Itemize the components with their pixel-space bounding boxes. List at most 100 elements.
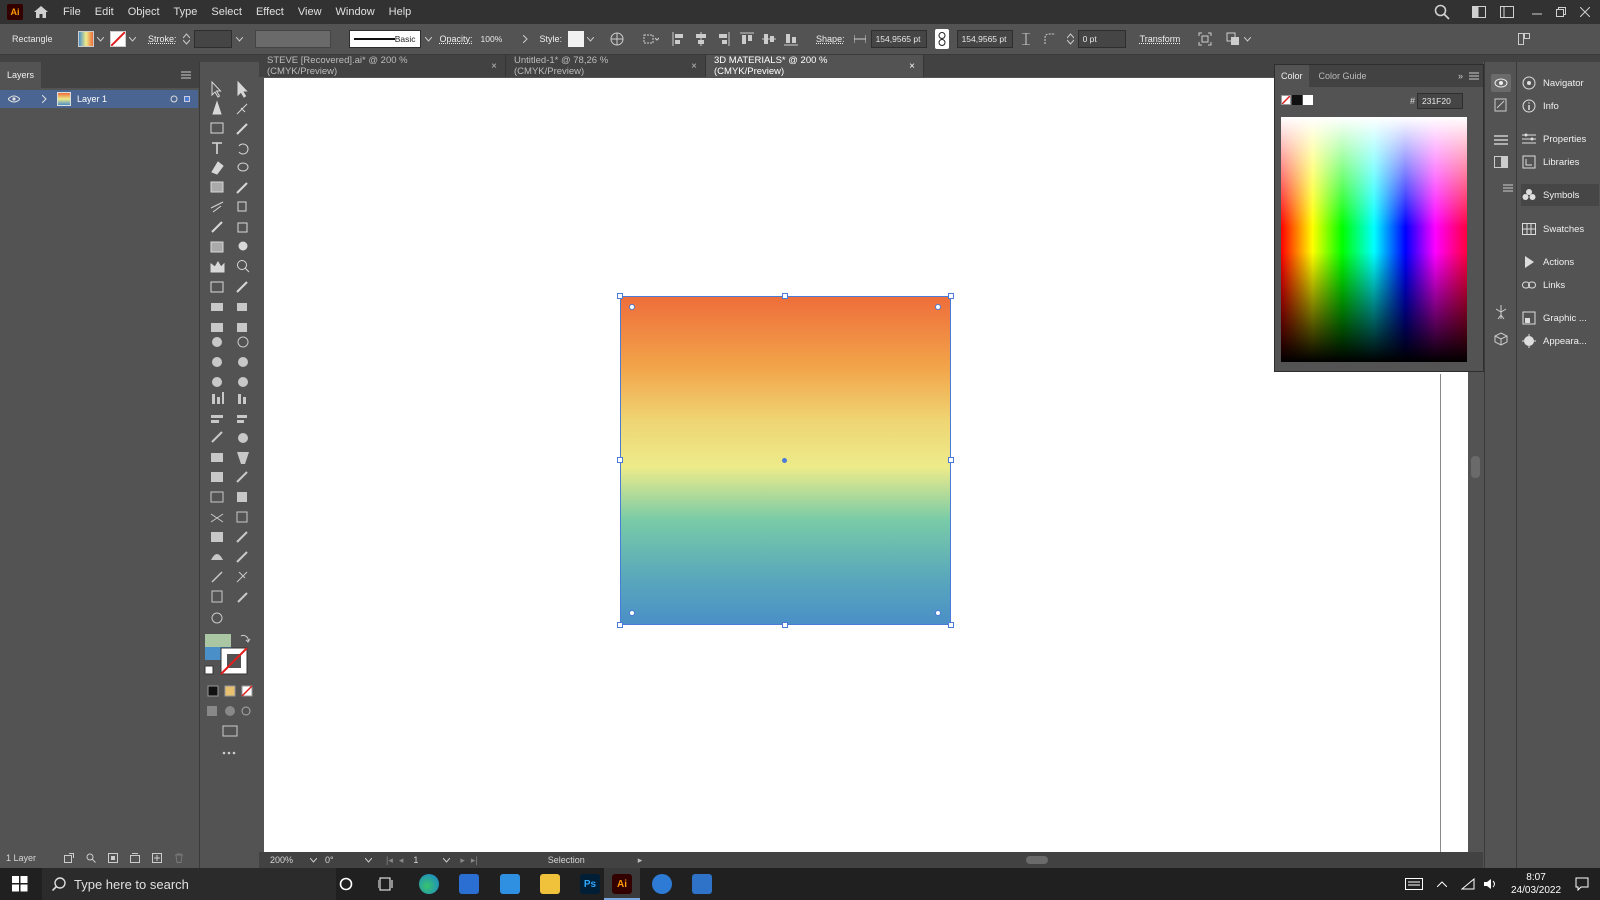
illustrator-icon[interactable]: Ai	[612, 874, 632, 894]
variable-width-field[interactable]	[254, 30, 331, 48]
scrollbar-thumb[interactable]	[1471, 456, 1480, 478]
resize-handle-s[interactable]	[782, 622, 788, 628]
opacity-field[interactable]: 100%	[477, 30, 517, 48]
stepper-icon[interactable]	[1066, 33, 1074, 45]
horizontal-scrollbar[interactable]	[650, 855, 1404, 865]
dock-links[interactable]: Links	[1521, 274, 1599, 296]
shape-width-field[interactable]: 154,9565 pt	[870, 30, 927, 48]
chevron-right-icon[interactable]	[42, 95, 47, 103]
rotation-value[interactable]: 0°	[325, 855, 365, 865]
tab-layers[interactable]: Layers	[0, 62, 42, 88]
chevron-down-icon[interactable]	[424, 36, 432, 42]
workspace-icon[interactable]	[1500, 6, 1514, 18]
chevron-down-icon[interactable]	[97, 36, 104, 42]
delete-icon[interactable]	[174, 853, 184, 863]
search-icon[interactable]	[1434, 4, 1450, 20]
store-icon[interactable]	[459, 874, 479, 894]
minimize-icon[interactable]	[1532, 7, 1542, 17]
file-explorer-icon[interactable]	[540, 874, 560, 894]
document-dock-icon[interactable]	[1494, 98, 1508, 112]
align-bottom-icon[interactable]	[782, 30, 800, 48]
cortana-icon[interactable]	[339, 877, 353, 891]
restore-icon[interactable]	[1556, 7, 1566, 17]
hex-input[interactable]: 231F20	[1417, 93, 1463, 109]
shape-label[interactable]: Shape:	[816, 34, 845, 44]
artboard-number[interactable]: 1	[413, 855, 443, 865]
transparency-dock-icon[interactable]	[1494, 156, 1508, 168]
align-vcenter-icon[interactable]	[760, 30, 778, 48]
dock-swatches[interactable]: Swatches	[1521, 218, 1599, 240]
corner-widget-ne[interactable]	[935, 304, 941, 310]
arrange-icon[interactable]	[1224, 30, 1242, 48]
previous-artboard-icon[interactable]: ◂	[399, 855, 404, 866]
stroke-weight-field[interactable]	[193, 30, 232, 48]
menu-effect[interactable]: Effect	[256, 6, 284, 18]
graphic-style-swatch[interactable]	[568, 31, 585, 47]
corner-type-icon[interactable]	[1041, 30, 1059, 48]
align-to-icon[interactable]	[642, 30, 660, 48]
menu-help[interactable]: Help	[389, 6, 412, 18]
arrange-documents-icon[interactable]	[1472, 6, 1486, 18]
tab-color-guide[interactable]: Color Guide	[1309, 71, 1377, 81]
white-swatch[interactable]	[1303, 95, 1313, 105]
menu-lines-icon[interactable]	[1503, 184, 1513, 192]
media-app-icon[interactable]	[692, 874, 712, 894]
fill-swatch[interactable]	[78, 31, 94, 47]
dock-properties[interactable]: Properties	[1521, 128, 1599, 150]
target-icon[interactable]	[170, 95, 178, 103]
chevron-down-icon[interactable]	[235, 36, 243, 42]
menu-window[interactable]: Window	[336, 6, 375, 18]
resize-handle-n[interactable]	[782, 293, 788, 299]
home-icon[interactable]	[33, 5, 49, 19]
tab-document-2[interactable]: Untitled-1* @ 78,26 % (CMYK/Preview) ×	[506, 55, 706, 77]
link-icon[interactable]	[934, 29, 949, 49]
layer-name[interactable]: Layer 1	[77, 94, 107, 104]
status-menu-icon[interactable]: ▸	[638, 855, 643, 866]
stepper-icon[interactable]	[182, 33, 190, 45]
chevron-down-icon[interactable]	[443, 857, 451, 863]
close-icon[interactable]	[1580, 7, 1590, 17]
menu-object[interactable]: Object	[128, 6, 160, 18]
taskbar-search[interactable]: Type here to search	[42, 868, 336, 900]
menu-view[interactable]: View	[298, 6, 322, 18]
tab-document-1[interactable]: STEVE [Recovered].ai* @ 200 % (CMYK/Prev…	[259, 55, 506, 77]
zoom-level[interactable]: 200%	[270, 855, 310, 865]
selection-indicator[interactable]	[184, 96, 190, 102]
chevron-right-icon[interactable]	[522, 35, 528, 43]
tab-document-3[interactable]: 3D MATERIALS* @ 200 % (CMYK/Preview) ×	[706, 55, 924, 77]
resize-handle-w[interactable]	[617, 457, 623, 463]
appearance-dock-icon[interactable]	[1491, 74, 1511, 92]
menu-select[interactable]: Select	[211, 6, 242, 18]
chevron-down-icon[interactable]	[365, 857, 372, 863]
align-top-icon[interactable]	[738, 30, 756, 48]
align-left-icon[interactable]	[670, 30, 688, 48]
opacity-label[interactable]: Opacity:	[440, 34, 473, 44]
first-artboard-icon[interactable]: |◂	[386, 855, 393, 866]
panel-options-icon[interactable]	[1515, 30, 1533, 48]
dock-appearance[interactable]: Appeara...	[1521, 330, 1599, 352]
menu-edit[interactable]: Edit	[95, 6, 114, 18]
volume-icon[interactable]	[1483, 878, 1497, 890]
tab-color[interactable]: Color	[1275, 65, 1309, 87]
corner-widget-se[interactable]	[935, 610, 941, 616]
app-icon[interactable]	[652, 874, 672, 894]
corner-widget-sw[interactable]	[629, 610, 635, 616]
black-swatch[interactable]	[1292, 95, 1302, 105]
stroke-dock-icon[interactable]	[1494, 134, 1508, 146]
dock-navigator[interactable]: Navigator	[1521, 72, 1599, 94]
task-view-icon[interactable]	[378, 876, 394, 892]
double-chevron-icon[interactable]: »	[1458, 71, 1463, 81]
shape-height-field[interactable]: 154,9565 pt	[956, 30, 1013, 48]
chevron-down-icon[interactable]	[1244, 36, 1252, 42]
network-icon[interactable]	[1461, 878, 1475, 890]
locate-icon[interactable]	[86, 853, 96, 863]
none-swatch[interactable]	[1281, 95, 1291, 105]
resize-handle-e[interactable]	[948, 457, 954, 463]
stroke-swatch[interactable]	[110, 31, 126, 47]
3d-dock-icon[interactable]	[1494, 332, 1508, 346]
recolor-icon[interactable]	[608, 30, 626, 48]
menu-type[interactable]: Type	[174, 6, 198, 18]
menu-file[interactable]: File	[63, 6, 81, 18]
align-right-icon[interactable]	[714, 30, 732, 48]
resize-handle-ne[interactable]	[948, 293, 954, 299]
